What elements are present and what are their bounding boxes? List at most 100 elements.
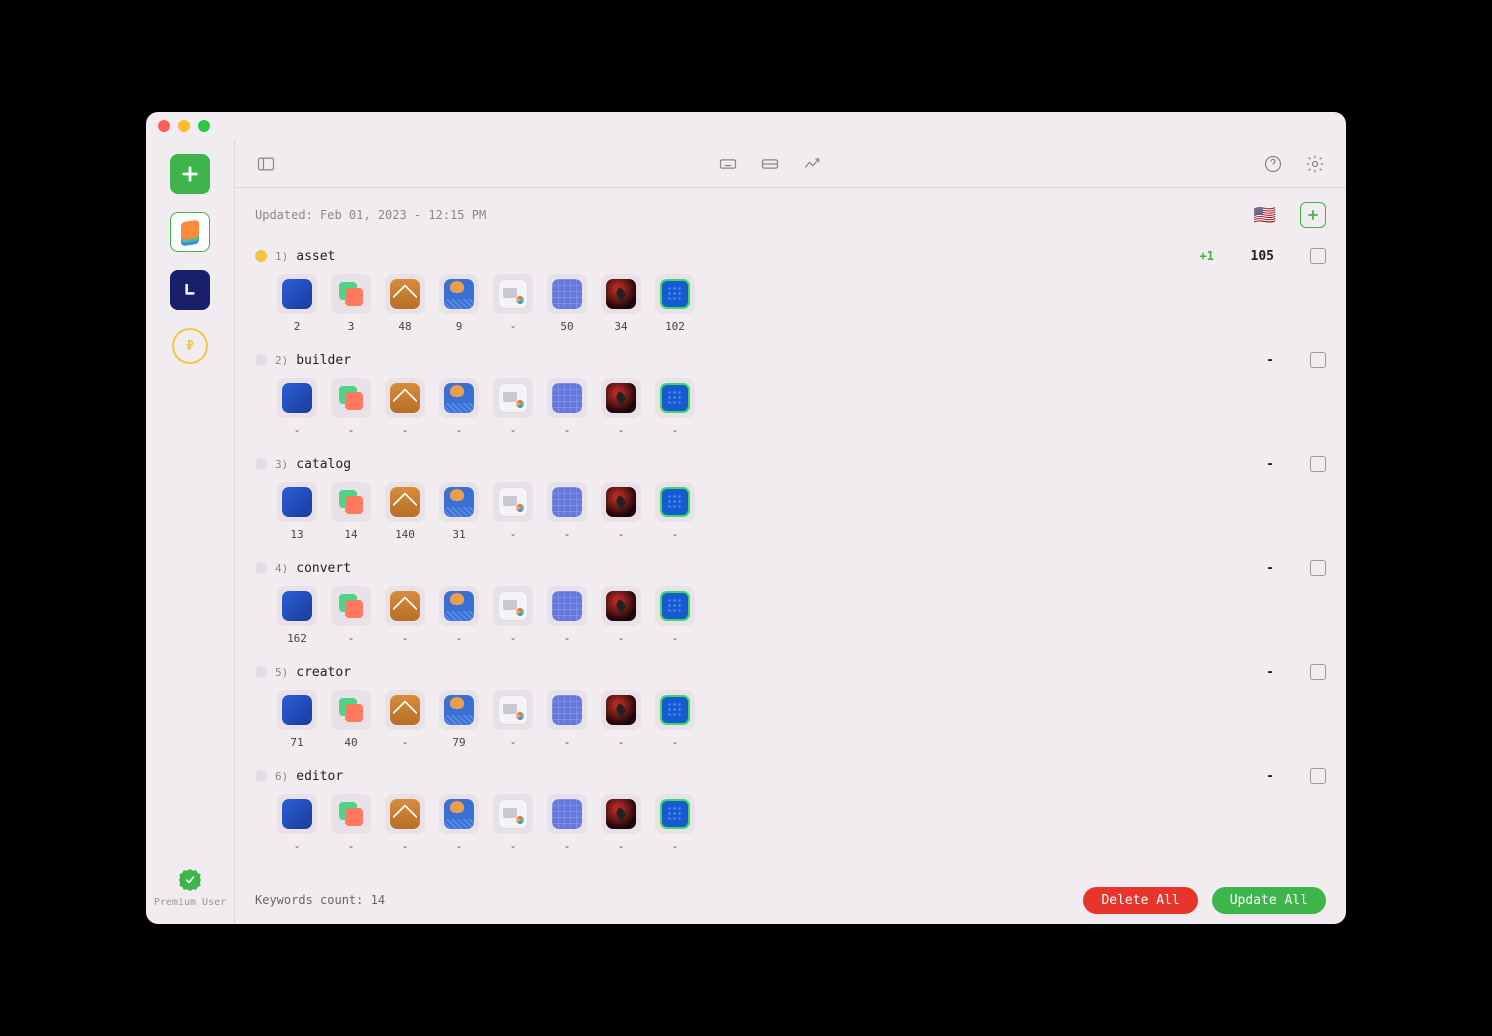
- app-cell[interactable]: 162: [277, 586, 317, 646]
- keyword-checkbox[interactable]: [1310, 352, 1326, 368]
- keyword-header[interactable]: 4)convert-: [255, 560, 1326, 576]
- app-cell[interactable]: -: [277, 378, 317, 438]
- app-cell[interactable]: 79: [439, 690, 479, 750]
- keyword-header[interactable]: 6)editor-: [255, 768, 1326, 784]
- app-window: ₽ Premium User: [146, 112, 1346, 924]
- list-view-button[interactable]: [759, 153, 781, 175]
- sidebar-app-l[interactable]: [170, 270, 210, 310]
- keyword-header[interactable]: 3)catalog-: [255, 456, 1326, 472]
- app-cell[interactable]: 40: [331, 690, 371, 750]
- app-cell[interactable]: -: [331, 794, 371, 854]
- sidebar-app-asset-catalog[interactable]: [170, 212, 210, 252]
- keyword-header[interactable]: 1)asset+1105: [255, 248, 1326, 264]
- keyword-index: 4): [275, 562, 288, 575]
- app-cell[interactable]: 34: [601, 274, 641, 334]
- app-cell[interactable]: -: [655, 586, 695, 646]
- chart-view-button[interactable]: [801, 153, 823, 175]
- app-cell[interactable]: -: [385, 794, 425, 854]
- app-cell[interactable]: 48: [385, 274, 425, 334]
- app-cell[interactable]: -: [601, 586, 641, 646]
- app-cell[interactable]: -: [493, 378, 533, 438]
- keyword-checkbox[interactable]: [1310, 560, 1326, 576]
- keyword-checkbox[interactable]: [1310, 456, 1326, 472]
- app-icon: [606, 695, 636, 725]
- add-keyword-button[interactable]: [1300, 202, 1326, 228]
- delete-all-button[interactable]: Delete All: [1083, 887, 1197, 914]
- app-rank: 162: [287, 632, 307, 646]
- app-cell[interactable]: -: [493, 274, 533, 334]
- app-cell[interactable]: 13: [277, 482, 317, 542]
- keyword-checkbox[interactable]: [1310, 768, 1326, 784]
- settings-button[interactable]: [1304, 153, 1326, 175]
- app-cell[interactable]: -: [385, 586, 425, 646]
- app-cell[interactable]: -: [331, 378, 371, 438]
- app-cell[interactable]: -: [277, 794, 317, 854]
- app-icon: [660, 383, 690, 413]
- app-icon: [444, 383, 474, 413]
- app-cell[interactable]: -: [385, 378, 425, 438]
- app-icon: [444, 695, 474, 725]
- keyword-header[interactable]: 2)builder-: [255, 352, 1326, 368]
- app-cell[interactable]: -: [547, 586, 587, 646]
- app-rank: -: [456, 840, 463, 854]
- app-cell[interactable]: -: [601, 690, 641, 750]
- window-minimize-button[interactable]: [178, 120, 190, 132]
- app-cell[interactable]: -: [547, 794, 587, 854]
- app-rank: -: [672, 424, 679, 438]
- keyword-checkbox[interactable]: [1310, 664, 1326, 680]
- app-rank: -: [618, 736, 625, 750]
- app-cell[interactable]: -: [547, 482, 587, 542]
- keyword-name: editor: [296, 769, 343, 784]
- add-app-button[interactable]: [170, 154, 210, 194]
- country-flag[interactable]: 🇺🇸: [1254, 205, 1276, 226]
- app-cell[interactable]: -: [547, 378, 587, 438]
- app-cell[interactable]: 14: [331, 482, 371, 542]
- keyword-row: 4)convert-162-------: [255, 560, 1326, 646]
- window-close-button[interactable]: [158, 120, 170, 132]
- app-cell[interactable]: -: [547, 690, 587, 750]
- keyword-row: 6)editor---------: [255, 768, 1326, 854]
- app-cell[interactable]: -: [493, 482, 533, 542]
- app-cell[interactable]: -: [655, 690, 695, 750]
- app-icon: [390, 591, 420, 621]
- app-cell[interactable]: -: [439, 794, 479, 854]
- app-cell[interactable]: -: [655, 794, 695, 854]
- app-cell[interactable]: 50: [547, 274, 587, 334]
- app-cell[interactable]: 9: [439, 274, 479, 334]
- app-cell[interactable]: -: [601, 378, 641, 438]
- app-cell[interactable]: 3: [331, 274, 371, 334]
- app-cell[interactable]: -: [385, 690, 425, 750]
- app-cell[interactable]: 140: [385, 482, 425, 542]
- premium-badge: [179, 869, 201, 891]
- app-cell[interactable]: -: [655, 378, 695, 438]
- keyword-name: asset: [296, 249, 335, 264]
- app-cell[interactable]: -: [601, 482, 641, 542]
- app-cell[interactable]: 71: [277, 690, 317, 750]
- app-cell[interactable]: -: [601, 794, 641, 854]
- app-icon: [606, 487, 636, 517]
- sidebar-app-ruble[interactable]: ₽: [172, 328, 208, 364]
- app-cell[interactable]: -: [493, 586, 533, 646]
- app-rank: 31: [452, 528, 465, 542]
- app-icon-wrap: [601, 794, 641, 834]
- app-icon-wrap: [385, 274, 425, 314]
- app-cell[interactable]: -: [439, 586, 479, 646]
- toggle-sidebar-button[interactable]: [255, 153, 277, 175]
- app-cell[interactable]: -: [493, 794, 533, 854]
- app-cell[interactable]: 2: [277, 274, 317, 334]
- app-cell[interactable]: 31: [439, 482, 479, 542]
- app-cell[interactable]: -: [331, 586, 371, 646]
- help-button[interactable]: [1262, 153, 1284, 175]
- app-icon: [498, 695, 528, 725]
- keyword-header[interactable]: 5)creator-: [255, 664, 1326, 680]
- keyword-count: -: [1236, 665, 1274, 680]
- keyword-checkbox[interactable]: [1310, 248, 1326, 264]
- app-cell[interactable]: -: [655, 482, 695, 542]
- app-icon: [498, 799, 528, 829]
- update-all-button[interactable]: Update All: [1212, 887, 1326, 914]
- app-cell[interactable]: -: [493, 690, 533, 750]
- window-zoom-button[interactable]: [198, 120, 210, 132]
- app-cell[interactable]: -: [439, 378, 479, 438]
- keyboard-view-button[interactable]: [717, 153, 739, 175]
- app-cell[interactable]: 102: [655, 274, 695, 334]
